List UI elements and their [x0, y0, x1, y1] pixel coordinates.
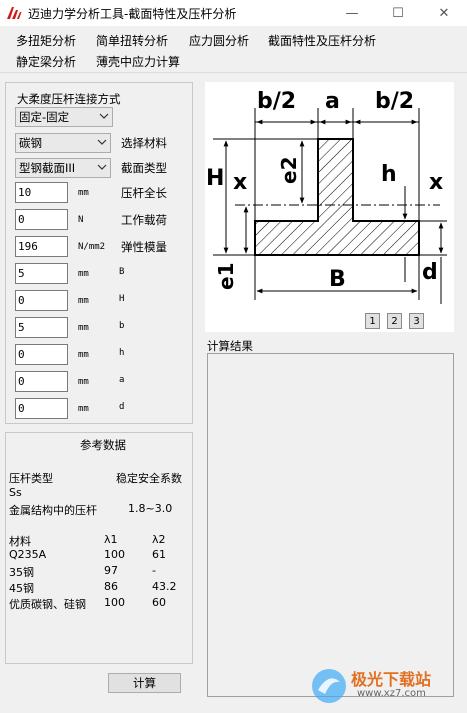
- load-label: 工作载荷: [121, 213, 167, 227]
- label-H: H: [206, 166, 224, 191]
- table-header-lambda1: λ1: [104, 533, 118, 546]
- length-input[interactable]: 10: [15, 182, 68, 203]
- label-b-half-left: b/2: [257, 89, 296, 114]
- dim-a-unit: mm: [78, 377, 89, 387]
- load-unit: N: [78, 215, 84, 225]
- menu-item-section-properties[interactable]: 截面特性及压杆分析: [268, 32, 376, 49]
- reference-panel: 参考数据 压杆类型 稳定安全系数 Ss 金属结构中的压杆 1.8~3.0 材料 …: [5, 432, 193, 664]
- material-label: 选择材料: [121, 136, 167, 150]
- dim-h-label: h: [119, 348, 125, 358]
- watermark-brand: 极光下载站: [351, 670, 432, 689]
- dim-b-label: b: [119, 321, 125, 331]
- label-d: d: [422, 260, 438, 285]
- label-a: a: [325, 89, 340, 114]
- diagram-page-1-button[interactable]: 1: [365, 313, 380, 329]
- maximize-button[interactable]: ☐: [375, 0, 421, 26]
- result-output-area: [207, 353, 454, 697]
- metal-range-value: 1.8~3.0: [128, 502, 173, 515]
- connection-label: 大柔度压杆连接方式: [17, 92, 121, 106]
- dim-b-unit: mm: [78, 323, 89, 333]
- modulus-label: 弹性模量: [121, 240, 167, 254]
- connection-select[interactable]: 固定-固定: [15, 107, 113, 127]
- diagram-page-3-button[interactable]: 3: [409, 313, 424, 329]
- chevron-down-icon: [99, 113, 109, 119]
- dim-b-input[interactable]: 5: [15, 317, 68, 338]
- result-title: 计算结果: [207, 339, 253, 353]
- menu-bar: 多扭矩分析 简单扭转分析 应力圆分析 截面特性及压杆分析 静定梁分析 薄壳中应力…: [0, 26, 467, 72]
- table-cell: 43.2: [152, 580, 177, 593]
- close-button[interactable]: ✕: [421, 0, 467, 26]
- dim-H-label: H: [119, 294, 125, 304]
- table-cell: 97: [104, 564, 118, 577]
- app-logo-icon: [7, 7, 22, 19]
- menu-item-simple-torsion[interactable]: 简单扭转分析: [96, 32, 168, 49]
- section-type-select[interactable]: 型钢截面III: [15, 158, 111, 178]
- compute-button[interactable]: 计算: [108, 673, 181, 693]
- label-e1: e1: [214, 263, 238, 290]
- menu-item-stress-circle[interactable]: 应力圆分析: [189, 32, 249, 49]
- safety-factor-label: 稳定安全系数: [116, 472, 182, 485]
- label-x-left: x: [233, 170, 247, 195]
- label-B: B: [329, 267, 346, 292]
- menu-item-static-beam[interactable]: 静定梁分析: [16, 53, 76, 70]
- material-select[interactable]: 碳钢: [15, 133, 111, 153]
- section-diagram: b/2 a b/2 H x e2 h x e1 B d 1 2 3: [205, 82, 454, 332]
- minimize-button[interactable]: —: [329, 0, 375, 26]
- dim-B-input[interactable]: 5: [15, 263, 68, 284]
- diagram-page-2-button[interactable]: 2: [387, 313, 402, 329]
- table-header-lambda2: λ2: [152, 533, 166, 546]
- menu-separator: [0, 72, 467, 73]
- watermark-logo-icon: [312, 669, 346, 703]
- load-input[interactable]: 0: [15, 209, 68, 230]
- table-cell: -: [152, 564, 156, 577]
- table-cell: 61: [152, 548, 166, 561]
- modulus-unit: N/mm2: [78, 242, 106, 252]
- dim-d-input[interactable]: 0: [15, 398, 68, 419]
- dim-a-label: a: [119, 375, 125, 385]
- modulus-input[interactable]: 196: [15, 236, 68, 257]
- dim-d-unit: mm: [78, 404, 89, 414]
- table-cell: 60: [152, 596, 166, 609]
- dim-H-unit: mm: [78, 296, 89, 306]
- label-b-half-right: b/2: [375, 89, 414, 114]
- section-type-label: 截面类型: [121, 161, 167, 175]
- table-cell: 100: [104, 548, 125, 561]
- chevron-down-icon: [97, 164, 107, 170]
- dim-B-unit: mm: [78, 269, 89, 279]
- dim-H-input[interactable]: 0: [15, 290, 68, 311]
- dim-a-input[interactable]: 0: [15, 371, 68, 392]
- parameters-panel: 大柔度压杆连接方式 固定-固定 碳钢 选择材料 型钢截面III 截面类型 10 …: [5, 82, 193, 424]
- table-cell: 100: [104, 596, 125, 609]
- dim-h-unit: mm: [78, 350, 89, 360]
- dim-d-label: d: [119, 402, 125, 412]
- chevron-down-icon: [97, 139, 107, 145]
- dim-h-input[interactable]: 0: [15, 344, 68, 365]
- window-title: 迈迪力学分析工具-截面特性及压杆分析: [28, 6, 237, 21]
- label-e2: e2: [277, 157, 301, 184]
- watermark-url: www.xz7.com: [357, 688, 426, 699]
- table-cell: 优质碳钢、硅钢: [9, 598, 86, 611]
- menu-item-multi-torque[interactable]: 多扭矩分析: [16, 32, 76, 49]
- table-cell: 45钢: [9, 582, 34, 595]
- dim-B-label: B: [119, 267, 125, 277]
- label-x-right: x: [429, 170, 443, 195]
- table-cell: Q235A: [9, 548, 47, 561]
- metal-struct-label: 金属结构中的压杆: [9, 504, 97, 517]
- table-header-material: 材料: [9, 535, 31, 548]
- bar-type-label: 压杆类型: [9, 472, 53, 485]
- label-h: h: [381, 162, 397, 187]
- watermark: 极光下载站 www.xz7.com: [305, 660, 465, 710]
- table-cell: 35钢: [9, 566, 34, 579]
- menu-item-shell-stress[interactable]: 薄壳中应力计算: [96, 53, 180, 70]
- title-bar: 迈迪力学分析工具-截面特性及压杆分析 — ☐ ✕: [0, 0, 467, 26]
- length-unit: mm: [78, 188, 89, 198]
- t-section-drawing: b/2 a b/2 H x e2 h x e1 B d: [206, 89, 447, 304]
- ss-label: Ss: [9, 486, 22, 499]
- length-label: 压杆全长: [121, 186, 167, 200]
- reference-title: 参考数据: [80, 438, 126, 452]
- table-cell: 86: [104, 580, 118, 593]
